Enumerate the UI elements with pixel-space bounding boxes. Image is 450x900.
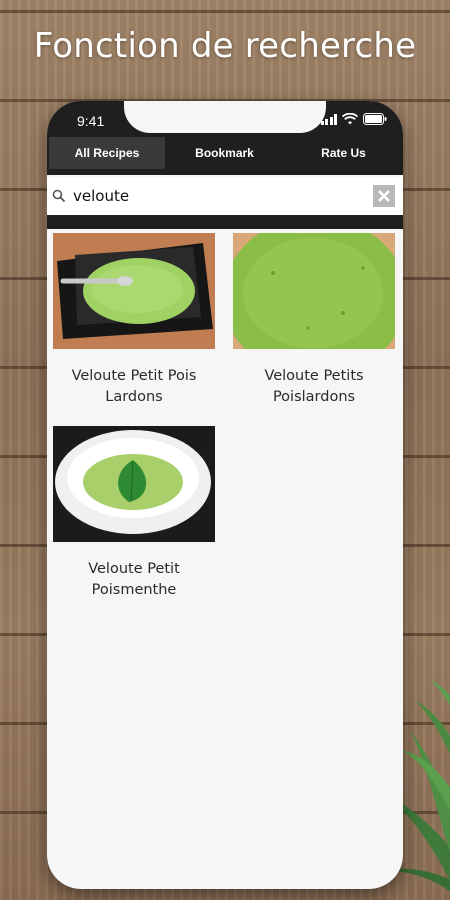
recipe-image xyxy=(233,233,395,349)
notch xyxy=(124,101,326,133)
wifi-icon xyxy=(342,113,358,125)
close-icon xyxy=(378,190,390,202)
headline: Fonction de recherche xyxy=(33,26,417,66)
battery-icon xyxy=(363,113,387,125)
phone-frame: 9:41 All Recipes Bookmark Rate Us velout… xyxy=(47,101,403,889)
recipe-title: Veloute Petit Pois Lardons xyxy=(71,368,197,405)
signal-icon xyxy=(320,113,337,125)
tab-bar: All Recipes Bookmark Rate Us xyxy=(47,133,403,175)
recipe-image xyxy=(53,426,215,542)
app-screen: 9:41 All Recipes Bookmark Rate Us velout… xyxy=(47,101,403,889)
recipe-title: Veloute Petit Poismenthe xyxy=(88,561,180,598)
recipe-title: Veloute Petits Poislardons xyxy=(264,368,364,405)
search-input[interactable] xyxy=(73,185,363,207)
clear-search-button[interactable] xyxy=(373,185,395,207)
search-icon xyxy=(52,189,66,203)
recipe-card[interactable]: Veloute Petit Poismenthe xyxy=(53,426,215,601)
recipe-image xyxy=(53,233,215,349)
status-time: 9:41 xyxy=(77,113,105,129)
recipe-card[interactable]: Veloute Petit Pois Lardons xyxy=(53,233,215,408)
tab-rate-us[interactable]: Rate Us xyxy=(284,137,403,169)
recipe-card[interactable]: Veloute Petits Poislardons xyxy=(233,233,395,408)
tab-all-recipes[interactable]: All Recipes xyxy=(49,137,165,169)
status-icons xyxy=(320,113,388,125)
search-bar xyxy=(47,177,403,229)
tab-bookmark[interactable]: Bookmark xyxy=(165,137,284,169)
status-bar: 9:41 xyxy=(47,101,403,133)
